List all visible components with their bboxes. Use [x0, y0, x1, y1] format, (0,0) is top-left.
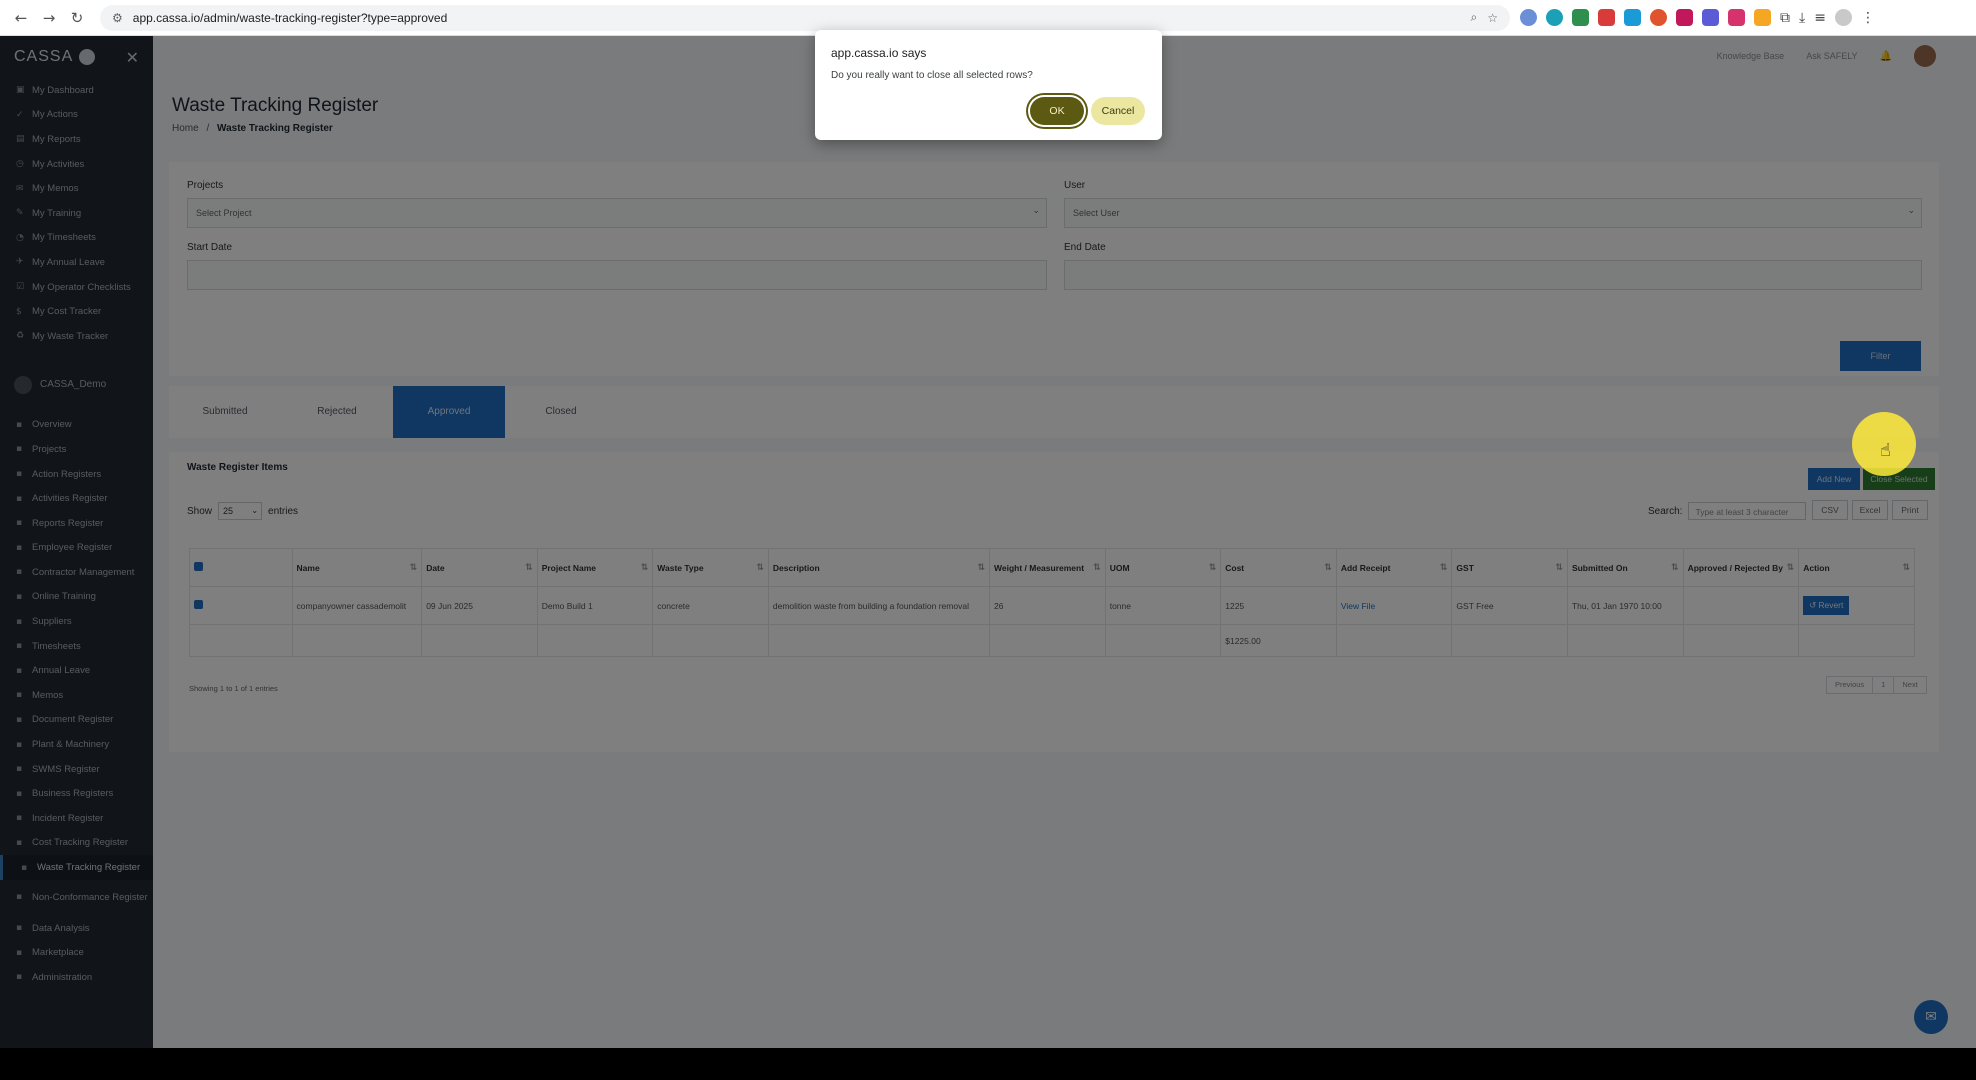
cursor-pointer-icon: ☝ — [1880, 440, 1891, 461]
extension-icon[interactable] — [1598, 9, 1615, 26]
back-icon[interactable]: ← — [10, 7, 32, 29]
extension-icon[interactable] — [1728, 9, 1745, 26]
extension-icon[interactable] — [1572, 9, 1589, 26]
extension-icon[interactable] — [1676, 9, 1693, 26]
confirm-dialog: app.cassa.io says Do you really want to … — [815, 30, 1162, 140]
address-bar[interactable]: ⚙ app.cassa.io/admin/waste-tracking-regi… — [100, 4, 1510, 31]
extension-icon[interactable] — [1702, 9, 1719, 26]
site-info-icon[interactable]: ⚙ — [112, 11, 123, 25]
puzzle-icon[interactable]: ⧉ — [1780, 10, 1790, 26]
download-icon[interactable]: ⤓ — [1799, 10, 1805, 26]
dialog-title: app.cassa.io says — [831, 46, 927, 60]
extension-icon[interactable] — [1650, 9, 1667, 26]
bookmark-star-icon[interactable]: ☆ — [1487, 11, 1498, 25]
browser-window: ← → ↻ ⚙ app.cassa.io/admin/waste-trackin… — [0, 0, 1976, 1048]
kebab-menu-icon[interactable]: ⋮ — [1861, 10, 1875, 26]
reload-icon[interactable]: ↻ — [66, 7, 88, 29]
ok-button[interactable]: OK — [1030, 97, 1084, 125]
url-text: app.cassa.io/admin/waste-tracking-regist… — [132, 10, 448, 25]
cancel-button[interactable]: Cancel — [1091, 97, 1145, 125]
modal-backdrop — [0, 36, 1976, 1048]
extension-icon[interactable] — [1546, 9, 1563, 26]
zoom-icon[interactable]: ⌕ — [1471, 10, 1478, 25]
extension-icon[interactable] — [1754, 9, 1771, 26]
extensions-bar: ⧉ ⤓ ≡ ⋮ — [1520, 9, 1875, 26]
profile-avatar[interactable] — [1834, 9, 1852, 26]
extension-icon[interactable] — [1624, 9, 1641, 26]
extension-icon[interactable] — [1520, 9, 1537, 26]
dialog-message: Do you really want to close all selected… — [831, 70, 1033, 81]
media-icon[interactable]: ≡ — [1814, 10, 1826, 26]
forward-icon[interactable]: → — [38, 7, 60, 29]
